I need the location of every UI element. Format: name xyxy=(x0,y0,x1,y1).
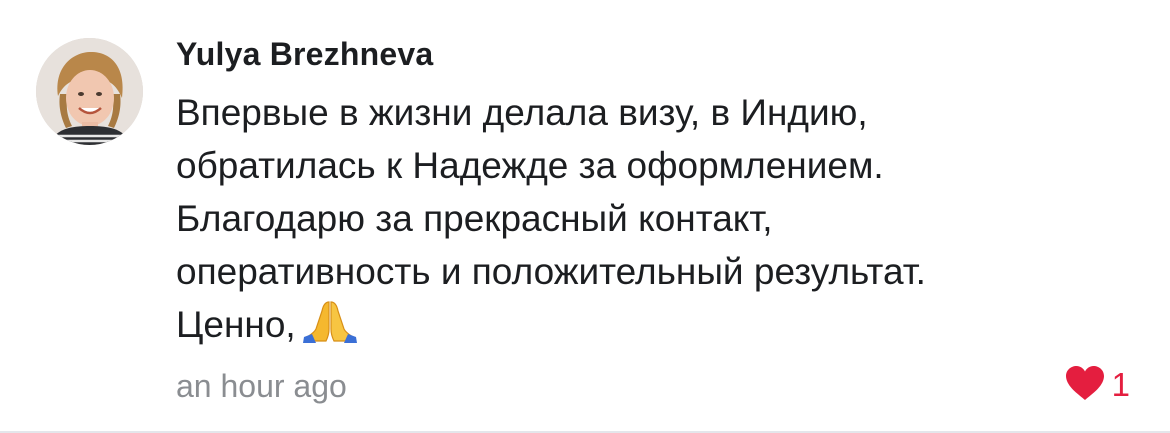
like-reaction[interactable]: 1 xyxy=(1064,364,1130,406)
comment-line: Благодарю за прекрасный контакт, xyxy=(176,198,773,239)
like-count: 1 xyxy=(1111,366,1130,403)
comment-line: Впервые в жизни делала визу, в Индию, xyxy=(176,92,868,133)
comment-line: обратилась к Надежде за оформлением. xyxy=(176,145,884,186)
comment-line: оперативность и положительный результат. xyxy=(176,251,926,292)
comment-text: Впервые в жизни делала визу, в Индию, об… xyxy=(176,86,1136,357)
avatar-photo xyxy=(36,38,143,145)
avatar[interactable] xyxy=(36,38,143,145)
heart-icon xyxy=(1064,364,1106,407)
comment-line-text: Ценно, xyxy=(176,304,296,345)
comment-line-last: Ценно, xyxy=(176,298,1136,357)
comment-timestamp: an hour ago xyxy=(176,368,347,404)
pray-hands-emoji xyxy=(302,299,358,357)
comment-author[interactable]: Yulya Brezhneva xyxy=(176,33,433,75)
comment-item: Yulya Brezhneva Впервые в жизни делала в… xyxy=(0,0,1170,433)
